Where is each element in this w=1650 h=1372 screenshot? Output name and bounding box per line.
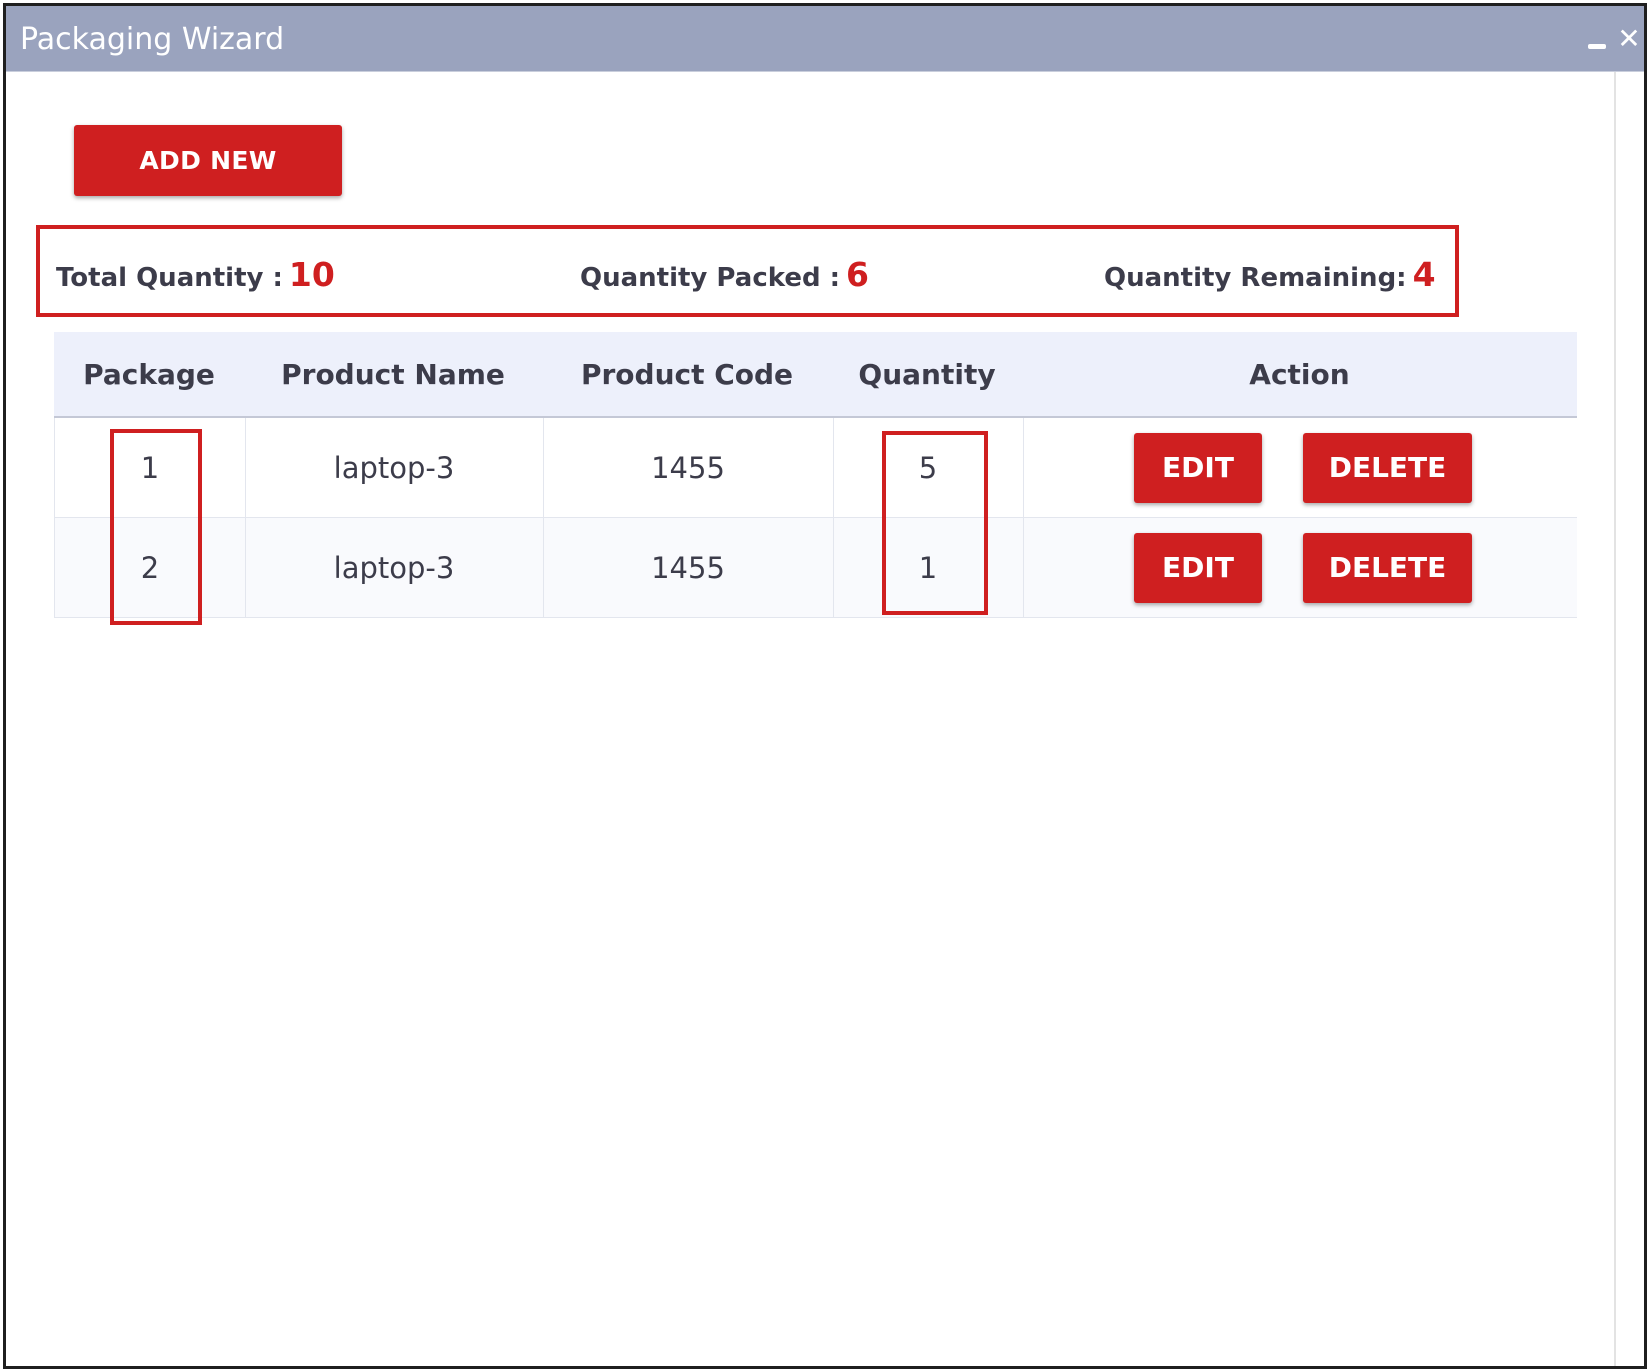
cell-product-code: 1455	[651, 451, 725, 485]
column-divider	[1023, 518, 1024, 618]
quantity-remaining-label: Quantity Remaining:	[1104, 263, 1407, 293]
quantity-remaining-value: 4	[1412, 255, 1436, 294]
delete-button[interactable]: DELETE	[1303, 433, 1472, 503]
minimize-icon[interactable]	[1584, 24, 1610, 54]
packaging-wizard-window: Packaging Wizard ✕ ADD NEW PACKAGE Total…	[3, 3, 1647, 1369]
add-new-package-button[interactable]: ADD NEW PACKAGE	[74, 125, 342, 246]
cell-product-name: laptop-3	[333, 551, 455, 585]
total-quantity: Total Quantity :10	[56, 255, 335, 294]
table-row: 2 laptop-3 1455 1 EDIT DELETE	[54, 518, 1577, 618]
cell-quantity: 1	[918, 551, 938, 585]
header-quantity[interactable]: Quantity	[832, 332, 1022, 418]
header-product-name[interactable]: Product Name	[244, 332, 542, 418]
cell-quantity: 5	[918, 451, 938, 485]
total-quantity-value: 10	[288, 255, 335, 294]
vertical-scrollbar[interactable]	[1614, 72, 1644, 1366]
header-product-code[interactable]: Product Code	[542, 332, 832, 418]
header-action: Action	[1249, 358, 1350, 391]
cell-product-code: 1455	[651, 551, 725, 585]
table-row: 1 laptop-3 1455 5 EDIT DELETE	[54, 418, 1577, 518]
edit-button[interactable]: EDIT	[1134, 533, 1262, 603]
quantity-summary: Total Quantity :10 Quantity Packed :6 Qu…	[36, 225, 1459, 317]
title-bar[interactable]: Packaging Wizard ✕	[6, 6, 1644, 72]
close-icon[interactable]: ✕	[1616, 24, 1642, 54]
delete-button[interactable]: DELETE	[1303, 533, 1472, 603]
total-quantity-label: Total Quantity :	[56, 263, 283, 293]
cell-package: 1	[140, 451, 160, 485]
cell-product-name: laptop-3	[333, 451, 455, 485]
packages-table: Package Product Name Product Code Quanti…	[54, 332, 1577, 618]
column-divider	[1023, 418, 1024, 518]
cell-package: 2	[140, 551, 160, 585]
header-package[interactable]: Package	[54, 332, 244, 418]
edit-button[interactable]: EDIT	[1134, 433, 1262, 503]
quantity-packed: Quantity Packed :6	[580, 255, 869, 294]
quantity-packed-label: Quantity Packed :	[580, 263, 841, 293]
window-title: Packaging Wizard	[20, 22, 285, 57]
table-header: Package Product Name Product Code Quanti…	[54, 332, 1577, 418]
quantity-packed-value: 6	[846, 255, 870, 294]
quantity-remaining: Quantity Remaining: 4	[1104, 255, 1436, 294]
